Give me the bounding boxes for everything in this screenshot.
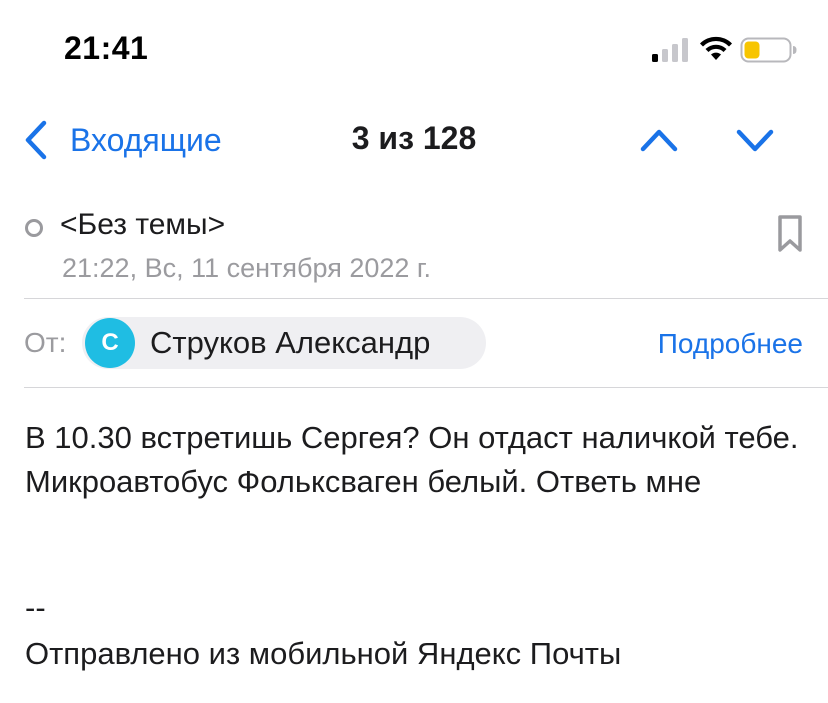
- from-label: От:: [24, 327, 67, 358]
- divider: [24, 387, 828, 388]
- status-time: 21:41: [64, 30, 149, 66]
- status-bar: 21:41: [0, 0, 828, 100]
- signature-separator: --: [25, 590, 46, 625]
- previous-message-button[interactable]: [638, 122, 680, 158]
- sender-chip[interactable]: С Струков Александр: [82, 317, 486, 369]
- battery-low-icon: [740, 37, 797, 63]
- signature: Отправлено из мобильной Яндекс Почты: [25, 636, 622, 671]
- email-screen: 21:41 Входящие 3 из 128 <Без темы> 21:22…: [0, 0, 828, 703]
- sender-name: Струков Александр: [150, 325, 431, 360]
- message-counter-text: 3 из 128: [351, 120, 477, 156]
- cellular-signal-icon: [652, 38, 688, 62]
- wifi-icon: [700, 36, 732, 60]
- next-message-button[interactable]: [734, 122, 776, 158]
- divider: [24, 298, 828, 299]
- message-date: 21:22, Вс, 11 сентября 2022 г.: [62, 253, 431, 283]
- message-body: В 10.30 встретишь Сергея? Он отдаст нали…: [25, 420, 808, 499]
- chevron-down-icon: [736, 129, 774, 152]
- chevron-up-icon: [640, 129, 678, 152]
- bookmark-icon[interactable]: [776, 214, 804, 254]
- read-status-icon[interactable]: [25, 219, 43, 237]
- message-subject: <Без темы>: [60, 208, 226, 241]
- avatar-initial: С: [101, 329, 119, 356]
- details-link[interactable]: Подробнее: [658, 328, 803, 360]
- message-counter: 3 из 128: [0, 120, 828, 157]
- avatar: С: [85, 318, 135, 368]
